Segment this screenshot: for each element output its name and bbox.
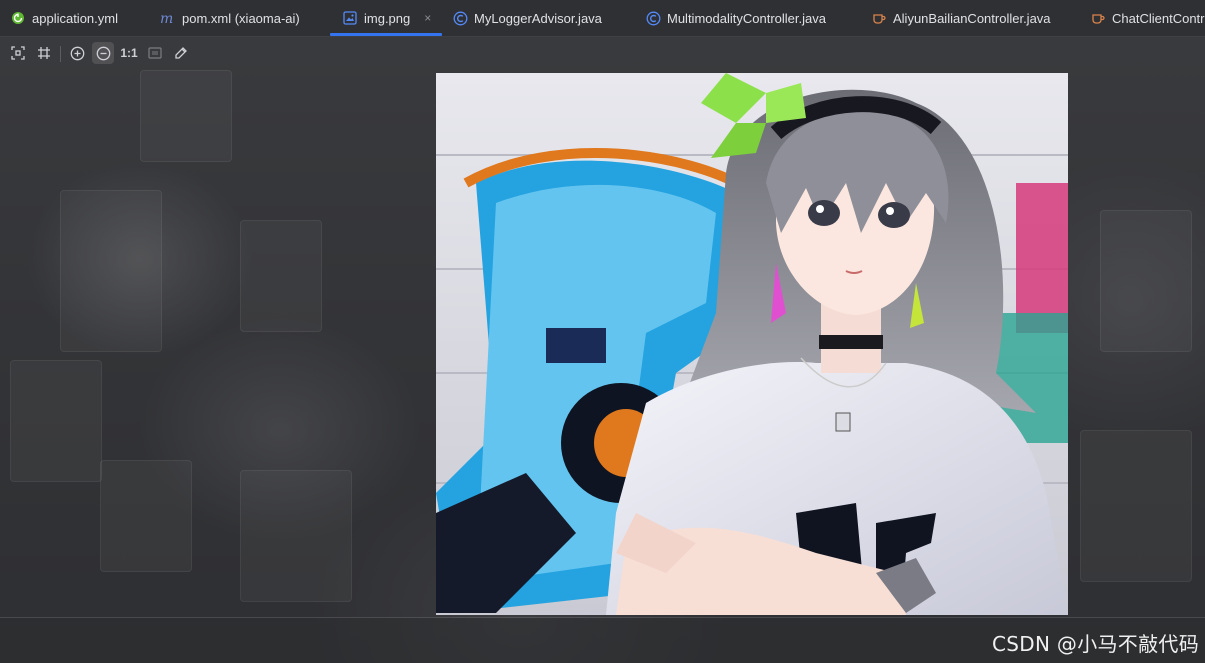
image-file-icon (342, 10, 358, 26)
grid-icon[interactable] (33, 42, 55, 64)
java-file-icon (871, 10, 887, 26)
toolbar-separator (60, 46, 61, 62)
java-file-icon (1090, 10, 1106, 26)
tab-chatclientcontroller[interactable]: ChatClientContro (1090, 0, 1205, 36)
tab-myloggeradvisor[interactable]: MyLoggerAdvisor.java (452, 0, 602, 36)
tab-label: MyLoggerAdvisor.java (474, 10, 602, 26)
editor-tab-bar: application.yml m pom.xml (xiaoma-ai) im… (0, 0, 1205, 37)
tab-label: AliyunBailianController.java (893, 10, 1051, 26)
close-tab-icon[interactable]: × (424, 11, 431, 25)
csdn-watermark: CSDN @小马不敲代码 (992, 632, 1199, 656)
svg-text:m: m (160, 11, 173, 25)
tab-aliyunbailiancontroller[interactable]: AliyunBailianController.java (871, 0, 1051, 36)
tab-label: pom.xml (xiaoma-ai) (182, 10, 300, 26)
actual-size-button[interactable]: 1:1 (118, 42, 140, 64)
spring-yaml-icon (10, 10, 26, 26)
tab-label: application.yml (32, 10, 118, 26)
color-picker-icon[interactable] (170, 42, 192, 64)
tab-label: ChatClientContro (1112, 10, 1205, 26)
tab-label: img.png (364, 10, 411, 26)
tab-pom-xml[interactable]: m pom.xml (xiaoma-ai) (160, 0, 300, 36)
java-class-icon (452, 10, 468, 26)
background-toggle-icon[interactable] (144, 42, 166, 64)
java-class-icon (645, 10, 661, 26)
zoom-out-icon[interactable] (92, 42, 114, 64)
tab-label: MultimodalityController.java (667, 10, 826, 26)
tab-multimodalitycontroller[interactable]: MultimodalityController.java (645, 0, 826, 36)
fit-to-window-icon[interactable] (7, 42, 29, 64)
maven-icon: m (160, 10, 176, 26)
image-viewer-toolbar: 1:1 (0, 40, 220, 68)
ide-window: application.yml m pom.xml (xiaoma-ai) im… (0, 0, 1205, 663)
zoom-in-icon[interactable] (66, 42, 88, 64)
image-preview (436, 73, 1068, 615)
tab-img-png[interactable]: img.png × (330, 0, 442, 36)
anime-girl-image (436, 73, 1068, 615)
tab-application-yml[interactable]: application.yml (10, 0, 118, 36)
